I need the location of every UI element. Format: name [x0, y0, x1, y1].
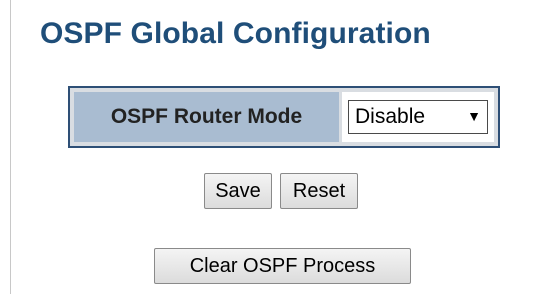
clear-ospf-process-button[interactable]: Clear OSPF Process: [154, 248, 411, 284]
router-mode-selected-value: Disable: [355, 105, 426, 128]
page-title: OSPF Global Configuration: [40, 17, 431, 50]
frame-divider: [10, 0, 11, 294]
dropdown-arrow-icon: ▼: [467, 108, 481, 124]
ospf-config-table: OSPF Router Mode Disable ▼: [68, 86, 500, 148]
router-mode-label-cell: OSPF Router Mode: [74, 92, 339, 142]
reset-button[interactable]: Reset: [280, 173, 358, 209]
save-button[interactable]: Save: [204, 173, 272, 209]
page: OSPF Global Configuration OSPF Router Mo…: [0, 0, 533, 294]
router-mode-select[interactable]: Disable ▼: [348, 100, 488, 134]
router-mode-label: OSPF Router Mode: [110, 105, 303, 128]
router-mode-value-cell: Disable ▼: [342, 92, 494, 142]
